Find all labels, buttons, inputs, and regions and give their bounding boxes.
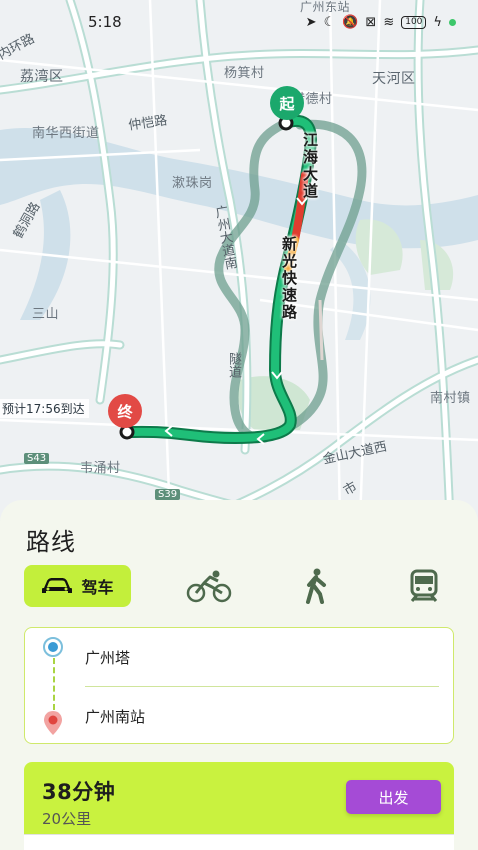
destination-field[interactable]: 广州南站 — [85, 706, 145, 727]
walk-icon — [306, 568, 327, 604]
tab-walk[interactable] — [286, 565, 346, 607]
map-label-tianhe: 天河区 — [372, 71, 416, 87]
road-badge-s43: S43 — [24, 453, 50, 464]
travel-mode-tabs: 驾车 — [24, 564, 454, 608]
map-label-dunzhu: 漱珠岗 — [172, 176, 213, 191]
start-pin[interactable]: 起 — [270, 86, 304, 120]
map-label-nanhua: 南华西街道 — [32, 126, 100, 141]
wifi-icon: ≋ — [383, 14, 395, 30]
route-distance: 20公里 — [42, 810, 92, 828]
status-bar: 5:18 ➤ ☾ 🔕 ⊠ ≋ 100 ϟ — [0, 0, 478, 44]
road-badge-s39: S39 — [155, 489, 181, 500]
road-label-suidao: 隧道 — [226, 352, 241, 378]
map-label-liwan: 荔湾区 — [20, 69, 64, 85]
route-duration: 38分钟 — [42, 780, 116, 804]
route-label-xinguang: 新光快速路 — [280, 236, 298, 321]
battery-icon: 100 — [401, 15, 427, 29]
status-time: 5:18 — [88, 13, 122, 31]
map-label-yangji: 杨箕村 — [224, 66, 265, 81]
notification-dot-icon — [449, 18, 456, 26]
panel-title: 路线 — [26, 528, 76, 556]
charging-icon: ϟ — [433, 14, 442, 30]
train-icon — [410, 569, 438, 602]
map-view[interactable]: 荔湾区 天河区 杨箕村 猎德村 南华西街道 仲恺路 漱珠岗 鹤洞路 三山 韦涌村… — [0, 0, 478, 520]
tab-drive[interactable]: 驾车 — [24, 565, 131, 607]
mute-icon: 🔕 — [342, 14, 359, 30]
status-icons: ➤ ☾ 🔕 ⊠ ≋ 100 ϟ — [306, 15, 456, 30]
map-label-weichong: 韦涌村 — [80, 461, 121, 476]
map-label-sanshan: 三山 — [32, 307, 60, 322]
route-result-card[interactable]: 38分钟 20公里 出发 — [24, 762, 454, 850]
location-icon: ➤ — [305, 14, 317, 30]
tab-bike[interactable] — [179, 565, 239, 607]
tab-drive-label: 驾车 — [81, 578, 114, 597]
tab-transit[interactable] — [394, 565, 454, 607]
address-divider — [85, 686, 439, 687]
route-connector — [53, 658, 55, 710]
sim-icon: ⊠ — [365, 14, 377, 30]
go-button[interactable]: 出发 — [346, 780, 441, 814]
car-icon — [42, 578, 73, 593]
origin-dot-icon — [43, 637, 63, 657]
bike-icon — [186, 570, 231, 603]
end-pin[interactable]: 终 — [108, 394, 142, 428]
moon-icon: ☾ — [323, 14, 336, 30]
route-label-jianghai: 江海大道 — [301, 132, 319, 200]
eta-label: 预计17:56到达 — [0, 399, 89, 418]
origin-field[interactable]: 广州塔 — [85, 647, 130, 668]
address-card: 广州塔 广州南站 — [24, 627, 454, 744]
next-result-card — [24, 834, 454, 850]
destination-pin-icon — [44, 711, 62, 735]
map-label-nancun: 南村镇 — [430, 391, 471, 406]
route-panel: 路线 驾车 广州塔 广州南站 38分钟 20公里 出发 — [0, 500, 478, 850]
